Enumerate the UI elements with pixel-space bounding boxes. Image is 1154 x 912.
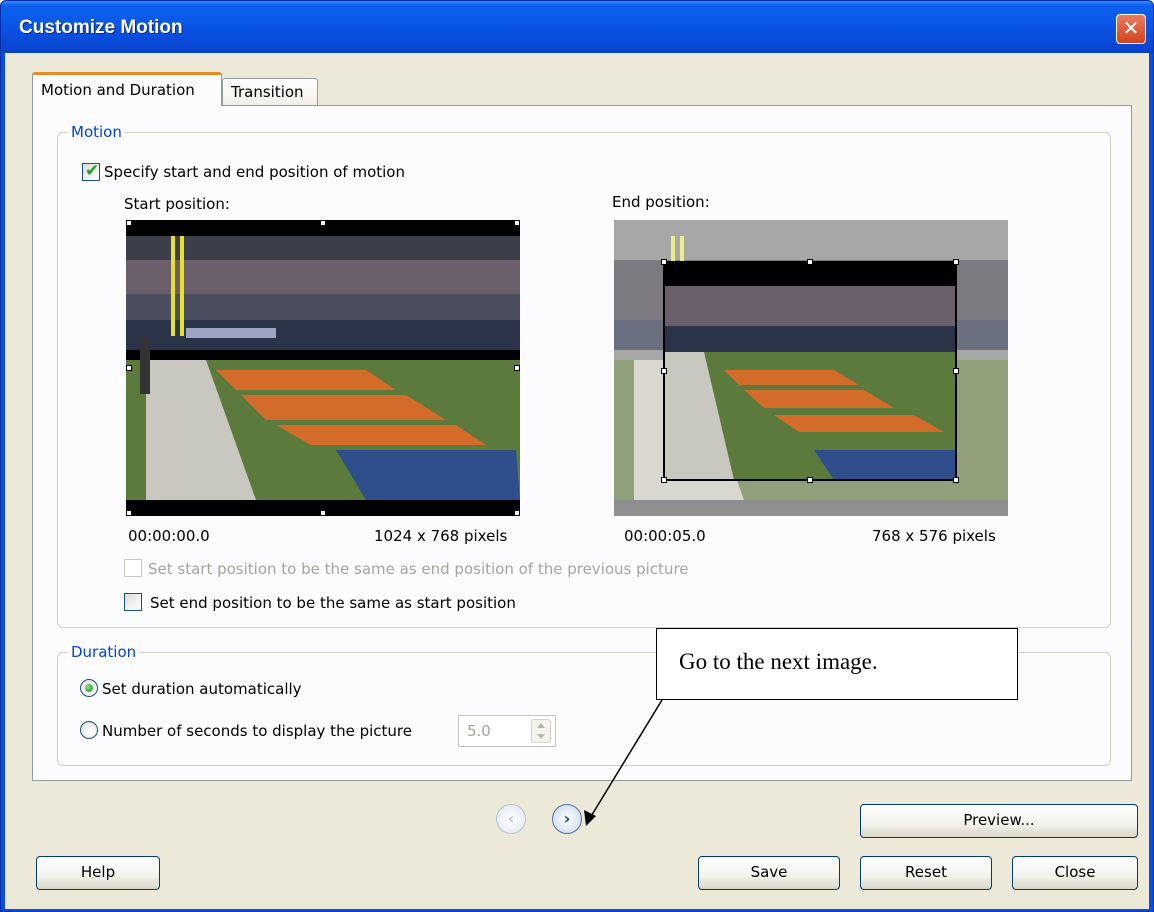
callout-arrow: [584, 699, 663, 826]
tab-motion-and-duration[interactable]: Motion and Duration: [32, 72, 222, 106]
